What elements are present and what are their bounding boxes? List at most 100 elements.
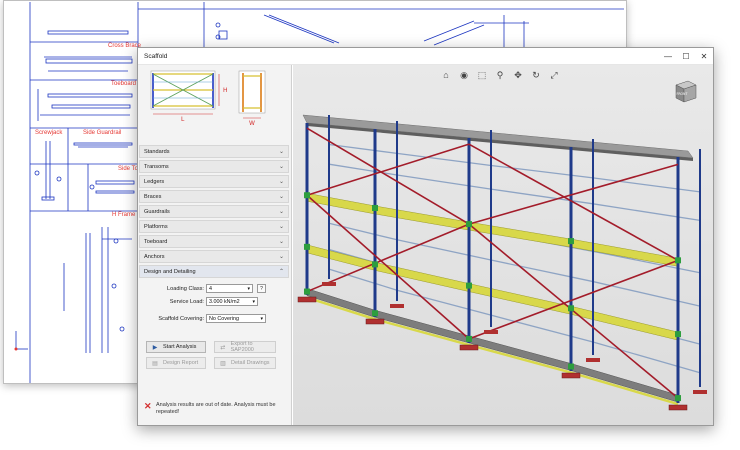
play-icon: ▶: [152, 344, 158, 351]
view-icon[interactable]: ◉: [458, 69, 470, 81]
base-plate: [297, 296, 317, 303]
section-design-and-detailing[interactable]: Design and Detailing ⌃: [139, 265, 289, 278]
scaffold-covering-label: Scaffold Covering:: [158, 316, 204, 322]
close-button[interactable]: ✕: [695, 48, 713, 65]
coupler: [568, 238, 574, 245]
coupler: [466, 221, 472, 228]
start-analysis-button[interactable]: ▶ Start Analysis: [146, 341, 206, 353]
scaffold-covering-value: No Covering: [209, 316, 239, 322]
section-label: Design and Detailing: [144, 268, 196, 275]
section-guardrails[interactable]: Guardrails ⌄: [139, 205, 289, 218]
cross-brace: [468, 163, 679, 225]
scaffold-covering-select[interactable]: No Covering ▾: [206, 314, 266, 323]
pan-icon[interactable]: ✥: [512, 69, 524, 81]
home-icon[interactable]: ⌂: [440, 69, 452, 81]
detail-drawings-button[interactable]: ▥ Detail Drawings: [214, 357, 276, 369]
base-plate: [561, 372, 581, 379]
scaffold-window: Scaffold — ☐ ✕ L H W Standards ⌄ Transom…: [137, 47, 714, 426]
base-plate: [668, 404, 688, 411]
coupler: [675, 395, 681, 402]
section-label: Platforms: [144, 223, 168, 230]
coupler: [304, 288, 310, 295]
scaffold-3d-model: [297, 114, 707, 411]
base-plate: [459, 344, 479, 351]
section-standards[interactable]: Standards ⌄: [139, 145, 289, 158]
settings-panel: L H W Standards ⌄ Transoms ⌄ Ledgers ⌄ B…: [138, 65, 292, 425]
service-load-select[interactable]: 3.000 kN/m2 ▾: [206, 297, 258, 306]
section-label: Transoms: [144, 163, 169, 170]
width-dimension-label: W: [249, 120, 255, 127]
chevron-down-icon: ⌄: [278, 149, 284, 155]
maximize-button[interactable]: ☐: [677, 48, 695, 65]
section-anchors[interactable]: Anchors ⌄: [139, 250, 289, 263]
bottom-deck: [306, 288, 679, 403]
section-platforms[interactable]: Platforms ⌄: [139, 220, 289, 233]
section-toeboard[interactable]: Toeboard ⌄: [139, 235, 289, 248]
loading-class-select[interactable]: 4 ▾: [206, 284, 253, 293]
design-report-label: Design Report: [163, 360, 199, 366]
base-plate: [484, 330, 498, 334]
section-transoms[interactable]: Transoms ⌄: [139, 160, 289, 173]
chevron-down-icon: ⌄: [278, 224, 284, 230]
export-icon: ⇄: [220, 344, 226, 351]
base-plate: [693, 390, 707, 394]
service-load-value: 3.000 kN/m2: [209, 299, 240, 305]
chevron-down-icon: ⌄: [278, 194, 284, 200]
coupler: [568, 305, 574, 312]
screwjack-label: Screwjack: [35, 130, 63, 136]
design-report-button[interactable]: ▤ Design Report: [146, 357, 206, 369]
service-load-label: Service Load:: [169, 299, 204, 305]
zoom-icon[interactable]: ⚲: [494, 69, 506, 81]
coupler: [304, 243, 310, 250]
top-deck: [302, 114, 694, 159]
section-label: Toeboard: [144, 238, 168, 245]
rotate-icon[interactable]: ↻: [530, 69, 542, 81]
3d-viewport[interactable]: ⌂ ◉ ⬚ ⚲ ✥ ↻ ⤢ FRONT: [293, 65, 713, 425]
service-load-row: Service Load: 3.000 kN/m2 ▾: [138, 297, 292, 309]
error-icon: ✕: [144, 401, 152, 411]
coupler: [466, 282, 472, 289]
length-dimension-label: L: [181, 116, 185, 123]
loading-class-label: Loading Class:: [166, 286, 204, 292]
export-sap2000-button[interactable]: ⇄ Export to SAP2000: [214, 341, 276, 353]
view-cube[interactable]: FRONT: [672, 77, 700, 105]
report-icon: ▤: [152, 360, 158, 367]
detail-drawings-label: Detail Drawings: [231, 360, 270, 366]
coupler: [372, 261, 378, 268]
coupler: [304, 192, 310, 199]
dropdown-arrow-icon: ▾: [252, 299, 255, 305]
minimize-button[interactable]: —: [659, 48, 677, 65]
drawings-icon: ▥: [220, 360, 226, 367]
help-button[interactable]: ?: [257, 284, 266, 293]
section-label: Braces: [144, 193, 162, 200]
status-message: Analysis results are out of date. Analys…: [156, 402, 276, 415]
chevron-up-icon: ⌃: [278, 269, 284, 275]
loading-class-value: 4: [209, 286, 212, 292]
base-plate: [365, 318, 385, 325]
view-cube-front-label: FRONT: [677, 92, 688, 96]
dropdown-arrow-icon: ▾: [247, 286, 250, 292]
scaffold-covering-row: Scaffold Covering: No Covering ▾: [138, 314, 292, 326]
scaffold-preview-diagram: L H W: [150, 70, 266, 127]
screenshot-stage: Cross Brace Toeboard Screwjack Side Guar…: [0, 0, 740, 450]
export-sap2000-label: Export to SAP2000: [230, 341, 254, 353]
section-ledgers[interactable]: Ledgers ⌄: [139, 175, 289, 188]
chevron-down-icon: ⌄: [278, 239, 284, 245]
height-dimension-label: H: [223, 87, 228, 94]
zoom-window-icon[interactable]: ⬚: [476, 69, 488, 81]
title-bar[interactable]: Scaffold — ☐ ✕: [138, 48, 713, 65]
platform-deck: [306, 244, 679, 341]
dropdown-arrow-icon: ▾: [260, 316, 263, 322]
fullscreen-icon[interactable]: ⤢: [548, 69, 560, 81]
section-braces[interactable]: Braces ⌄: [139, 190, 289, 203]
section-label: Guardrails: [144, 208, 170, 215]
base-plate: [390, 304, 404, 308]
chevron-down-icon: ⌄: [278, 164, 284, 170]
coupler: [466, 335, 472, 342]
loading-class-row: Loading Class: 4 ▾ ?: [138, 284, 292, 296]
chevron-down-icon: ⌄: [278, 179, 284, 185]
coupler: [568, 363, 574, 370]
chevron-down-icon: ⌄: [278, 209, 284, 215]
start-analysis-label: Start Analysis: [163, 344, 197, 350]
section-label: Standards: [144, 148, 170, 155]
